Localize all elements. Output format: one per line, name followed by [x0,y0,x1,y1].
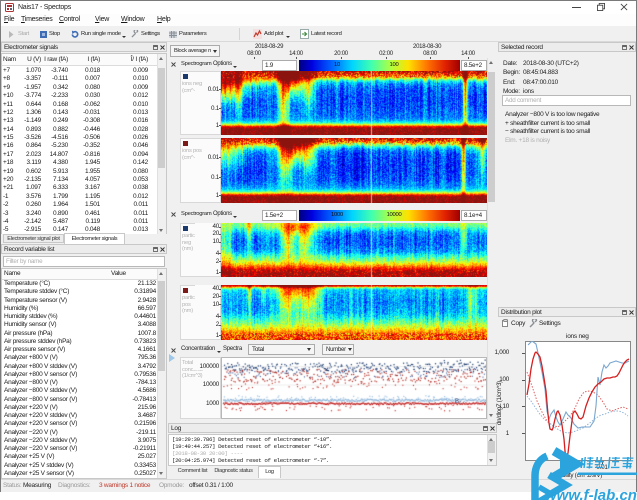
svg-text:www.f-lab.cn: www.f-lab.cn [545,487,637,500]
